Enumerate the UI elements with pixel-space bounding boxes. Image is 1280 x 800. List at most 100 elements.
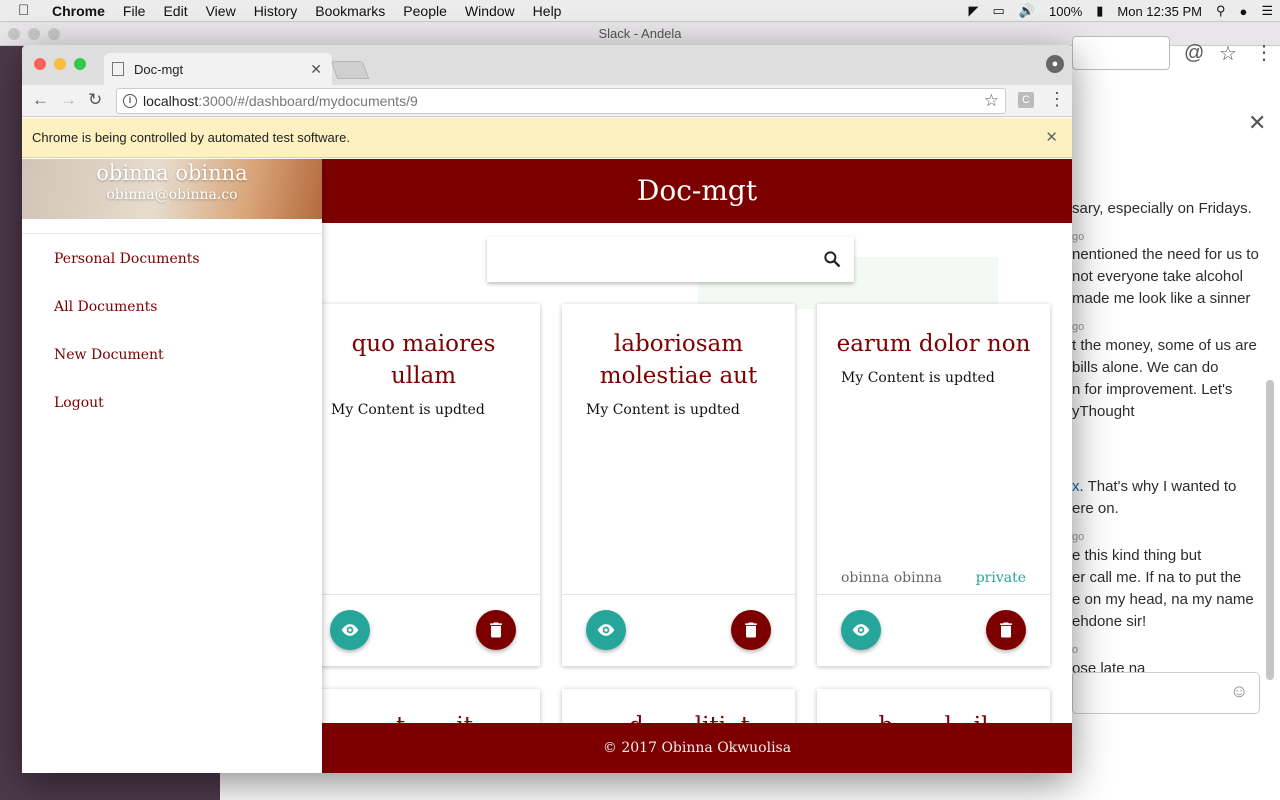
document-access: private — [975, 570, 1026, 586]
slack-scrollbar[interactable] — [1266, 380, 1274, 680]
window-controls — [34, 58, 86, 70]
macos-menubar:  Chrome File Edit View History Bookmark… — [0, 0, 1280, 22]
slack-search-input[interactable] — [1072, 36, 1170, 70]
message-link[interactable]: x — [1072, 478, 1080, 495]
user-email: obinna@obinna.co — [106, 187, 238, 203]
app-footer: © 2017 Obinna Okwuolisa — [322, 723, 1072, 773]
view-document-button[interactable] — [841, 610, 881, 650]
delete-document-button[interactable] — [731, 610, 771, 650]
eye-icon — [597, 624, 615, 636]
nav-new-document[interactable]: New Document — [54, 347, 164, 363]
document-card: laboriosam molestiae aut My Content is u… — [562, 304, 795, 666]
menu-file[interactable]: File — [123, 3, 146, 19]
back-icon[interactable]: ← — [32, 90, 49, 110]
tab-title: Doc-mgt — [134, 61, 184, 77]
slack-minimize-light[interactable] — [28, 28, 40, 40]
message-time: go — [1072, 321, 1085, 333]
user-view: obinna obinna obinna@obinna.co — [22, 159, 322, 219]
slack-close-light[interactable] — [8, 28, 20, 40]
user-name: obinna obinna — [96, 161, 248, 185]
document-content: My Content is updted — [331, 402, 485, 418]
apple-icon[interactable]:  — [18, 2, 40, 19]
infobar-message: Chrome is being controlled by automated … — [32, 130, 350, 145]
menu-view[interactable]: View — [206, 3, 236, 19]
message-text: nentioned the need for us to — [1072, 246, 1259, 263]
page-icon — [112, 62, 124, 76]
document-content: My Content is updted — [586, 402, 740, 418]
footer-copyright: © 2017 Obinna Okwuolisa — [602, 740, 792, 756]
forward-icon[interactable]: → — [60, 90, 77, 110]
trash-icon — [745, 622, 757, 638]
message-text: er call me. If na to put the — [1072, 569, 1242, 586]
app-header: Doc-mgt — [322, 159, 1072, 223]
document-owner: obinna obinna — [841, 570, 942, 586]
more-icon[interactable]: ⋮ — [1254, 40, 1274, 65]
search-icon[interactable] — [822, 249, 842, 269]
menu-edit[interactable]: Edit — [163, 3, 187, 19]
card-divider — [307, 594, 540, 595]
new-tab-button[interactable] — [330, 61, 370, 79]
delete-document-button[interactable] — [476, 610, 516, 650]
eye-icon — [341, 624, 359, 636]
menu-app-chrome[interactable]: Chrome — [52, 3, 105, 19]
nav-all-documents[interactable]: All Documents — [54, 299, 157, 315]
battery-icon: ▮ — [1096, 3, 1104, 18]
nav-personal-documents[interactable]: Personal Documents — [54, 251, 200, 267]
message-text: bills alone. We can do — [1072, 359, 1219, 376]
infobar-close-icon[interactable]: ✕ — [1045, 118, 1058, 158]
document-content: My Content is updted — [841, 370, 995, 386]
delete-document-button[interactable] — [986, 610, 1026, 650]
close-window-button[interactable] — [34, 58, 46, 70]
menu-people[interactable]: People — [403, 3, 447, 19]
menu-help[interactable]: Help — [533, 3, 562, 19]
wifi-icon[interactable]: ◤ — [969, 3, 979, 19]
trash-icon — [1000, 622, 1012, 638]
menu-window[interactable]: Window — [465, 3, 515, 19]
bookmark-star-icon[interactable]: ☆ — [984, 91, 999, 111]
volume-icon[interactable]: 🔊 — [1019, 3, 1035, 19]
reload-icon[interactable]: ↻ — [88, 90, 102, 110]
view-document-button[interactable] — [330, 610, 370, 650]
browser-toolbar: ← → ↻ i localhost :3000/#/dashboard/mydo… — [22, 85, 1072, 117]
profile-icon[interactable]: ● — [1046, 55, 1064, 73]
airplay-icon[interactable]: ▭ — [993, 3, 1005, 19]
document-title: quo maiores ullam — [351, 331, 496, 389]
close-icon[interactable]: ✕ — [1248, 110, 1266, 136]
page-viewport: Doc-mgt quo maiores ullam My Content is … — [22, 159, 1072, 773]
slack-zoom-light[interactable] — [48, 28, 60, 40]
battery-percent[interactable]: 100% — [1049, 4, 1082, 19]
tab-close-icon[interactable]: ✕ — [310, 61, 322, 78]
extension-icon[interactable]: C — [1018, 92, 1034, 108]
message-text: sary, especially on Fridays. — [1072, 200, 1252, 217]
zoom-window-button[interactable] — [74, 58, 86, 70]
tab-doc-mgt[interactable]: Doc-mgt ✕ — [104, 53, 332, 85]
view-document-button[interactable] — [586, 610, 626, 650]
slack-window-controls — [8, 28, 60, 40]
message-text: not everyone take alcohol — [1072, 268, 1243, 285]
app-title[interactable]: Doc-mgt — [637, 174, 757, 207]
emoji-icon[interactable]: ☺ — [1230, 681, 1248, 702]
minimize-window-button[interactable] — [54, 58, 66, 70]
menu-history[interactable]: History — [254, 3, 298, 19]
message-text: t the money, some of us are — [1072, 337, 1257, 354]
spotlight-icon[interactable]: ⚲ — [1216, 3, 1226, 19]
card-divider — [817, 594, 1050, 595]
nav-divider — [22, 233, 322, 234]
notification-center-icon[interactable]: ☰ — [1261, 3, 1273, 19]
trash-icon — [490, 622, 502, 638]
info-icon[interactable]: i — [123, 94, 137, 108]
message-time: o — [1072, 644, 1079, 656]
menubar-status-area: ◤ ▭ 🔊 100% ▮ Mon 12:35 PM ⚲ ● ☰ — [962, 0, 1280, 22]
chrome-menu-icon[interactable]: ⋮ — [1048, 89, 1066, 110]
chrome-window: Doc-mgt ✕ ● ← → ↻ i localhost :3000/#/da… — [22, 45, 1072, 773]
nav-logout[interactable]: Logout — [54, 395, 104, 411]
document-card: quo maiores ullam My Content is updted — [307, 304, 540, 666]
clock[interactable]: Mon 12:35 PM — [1117, 4, 1202, 19]
siri-icon[interactable]: ● — [1239, 4, 1247, 19]
menu-bookmarks[interactable]: Bookmarks — [315, 3, 385, 19]
star-icon[interactable]: ☆ — [1219, 41, 1237, 66]
address-bar[interactable]: i localhost :3000/#/dashboard/mydocument… — [116, 88, 1006, 114]
search-input[interactable] — [487, 237, 854, 282]
message-text: ere on. — [1072, 500, 1119, 517]
mentions-icon[interactable]: @ — [1184, 42, 1204, 65]
